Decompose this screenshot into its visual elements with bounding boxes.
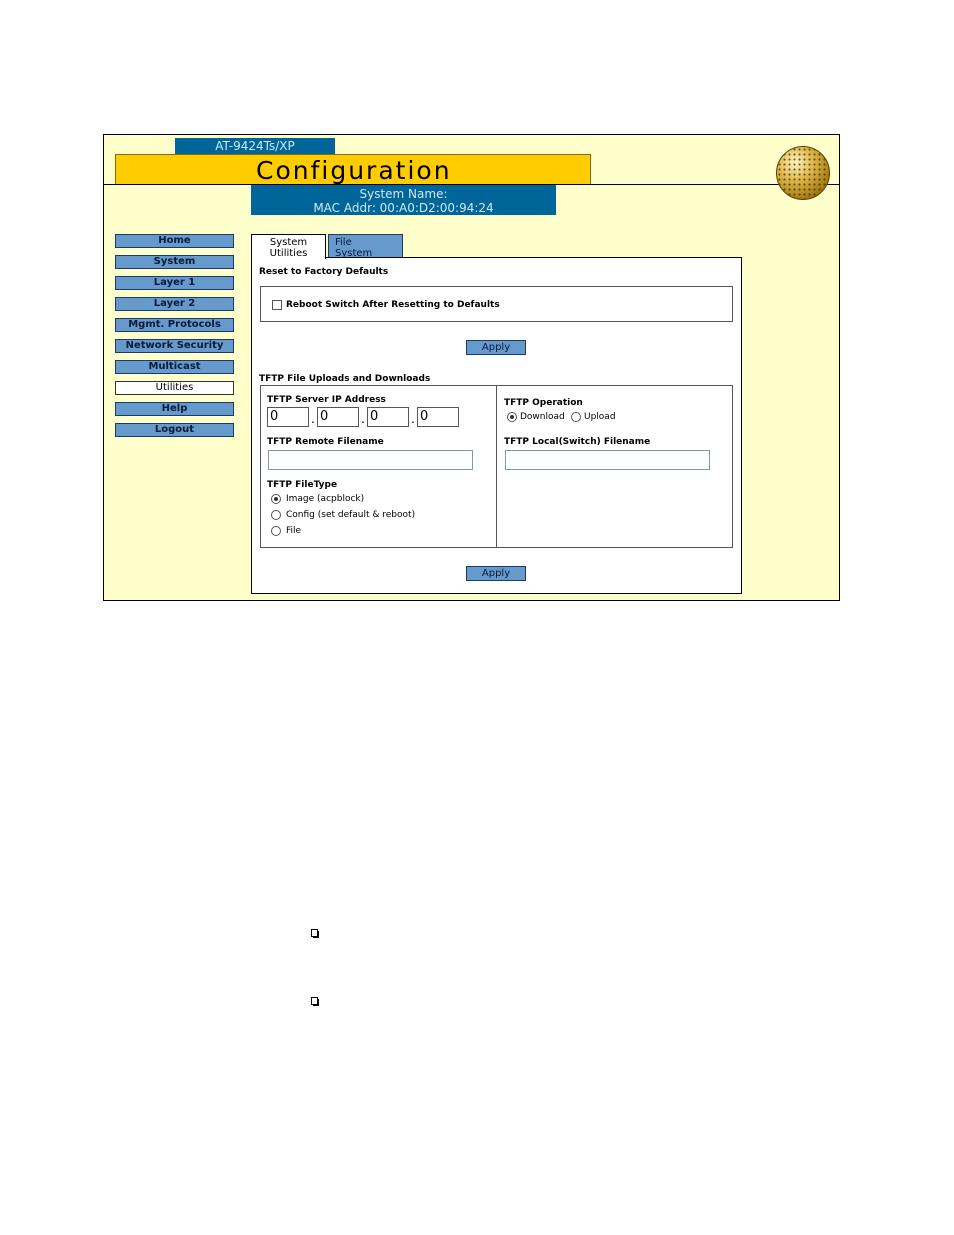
ip-dot-2: . (361, 412, 365, 426)
tftp-heading: TFTP File Uploads and Downloads (259, 374, 431, 384)
system-name: System Name: (359, 187, 448, 201)
nav-utilities-button[interactable]: Utilities (115, 381, 234, 395)
operation-upload-label: Upload (584, 412, 616, 422)
system-info: System Name: MAC Addr: 00:A0:D2:00:94:24 (251, 185, 556, 215)
reboot-after-reset-label: Reboot Switch After Resetting to Default… (286, 300, 500, 310)
sidebar-nav: Home System Layer 1 Layer 2 Mgmt. Protoc… (115, 234, 235, 444)
globe-logo-icon (776, 146, 830, 200)
tftp-server-ip-label: TFTP Server IP Address (267, 395, 386, 405)
tftp-local-filename-input[interactable] (505, 450, 710, 470)
mac-address: MAC Addr: 00:A0:D2:00:94:24 (313, 201, 494, 215)
tab-file-system[interactable]: File System (328, 234, 403, 259)
tab-system-utilities[interactable]: System Utilities (251, 234, 326, 259)
nav-system-button[interactable]: System (115, 255, 234, 269)
model-label: AT-9424Ts/XP (175, 138, 335, 154)
tftp-filetype-label: TFTP FileType (267, 480, 338, 490)
operation-download-radio[interactable] (507, 412, 517, 422)
nav-network-security-button[interactable]: Network Security (115, 339, 234, 353)
nav-logout-button[interactable]: Logout (115, 423, 234, 437)
tab-system-utilities-line2: Utilities (269, 248, 308, 259)
tab-system-utilities-line1: System (269, 237, 308, 248)
nav-mgmt-protocols-button[interactable]: Mgmt. Protocols (115, 318, 234, 332)
title-bar: Configuration (115, 154, 591, 185)
nav-home-button[interactable]: Home (115, 234, 234, 248)
ip-octet-3-input[interactable]: 0 (367, 407, 409, 427)
bullet-icon (311, 997, 319, 1006)
filetype-file-label: File (286, 526, 302, 536)
nav-help-button[interactable]: Help (115, 402, 234, 416)
filetype-config-radio[interactable] (271, 510, 281, 520)
filetype-image-label: Image (acpblock) (286, 494, 365, 504)
ip-dot-3: . (411, 412, 415, 426)
tftp-remote-filename-label: TFTP Remote Filename (267, 437, 384, 447)
operation-download-label: Download (520, 412, 565, 422)
filetype-file-radio[interactable] (271, 526, 281, 536)
tftp-remote-filename-input[interactable] (268, 450, 473, 470)
filetype-config-label: Config (set default & reboot) (286, 510, 416, 520)
tftp-apply-button[interactable]: Apply (466, 566, 526, 581)
reset-apply-button[interactable]: Apply (466, 340, 526, 355)
reboot-after-reset-checkbox[interactable] (272, 300, 282, 310)
ip-dot-1: . (311, 412, 315, 426)
page-title: Configuration (256, 156, 452, 185)
filetype-image-radio[interactable] (271, 494, 281, 504)
tab-file-system-line1: File (335, 237, 352, 248)
tftp-local-filename-label: TFTP Local(Switch) Filename (504, 437, 651, 447)
bullet-icon (311, 929, 319, 938)
ip-octet-4-input[interactable]: 0 (417, 407, 459, 427)
nav-layer2-button[interactable]: Layer 2 (115, 297, 234, 311)
ip-octet-2-input[interactable]: 0 (317, 407, 359, 427)
tftp-operation-label: TFTP Operation (504, 398, 583, 408)
ip-octet-1-input[interactable]: 0 (267, 407, 309, 427)
reset-heading: Reset to Factory Defaults (259, 267, 389, 277)
nav-layer1-button[interactable]: Layer 1 (115, 276, 234, 290)
operation-upload-radio[interactable] (571, 412, 581, 422)
tftp-divider (496, 386, 497, 547)
nav-multicast-button[interactable]: Multicast (115, 360, 234, 374)
